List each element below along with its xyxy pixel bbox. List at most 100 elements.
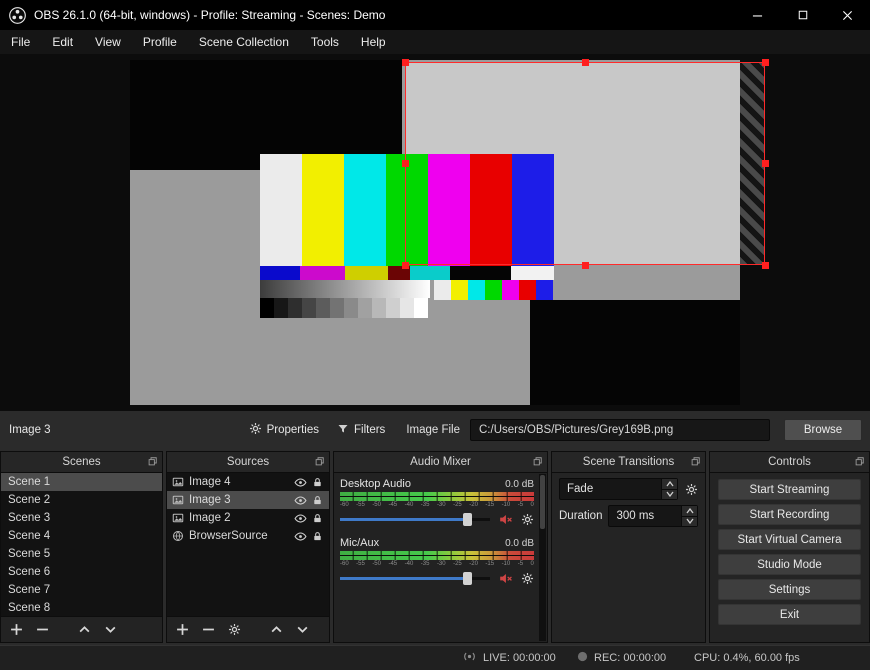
scene-item-scene-3[interactable]: Scene 3 xyxy=(1,509,162,527)
source-item-image-2[interactable]: Image 2 xyxy=(167,509,329,527)
duration-down-icon[interactable] xyxy=(682,515,697,526)
source-name: Image 3 xyxy=(189,494,231,506)
transition-settings-gear-icon[interactable] xyxy=(685,483,698,496)
status-bar: LIVE: 00:00:00 REC: 00:00:00 CPU: 0.4%, … xyxy=(0,645,870,670)
menu-scene-collection[interactable]: Scene Collection xyxy=(188,30,300,54)
mixer-scrollbar[interactable] xyxy=(539,474,546,641)
remove-scene-icon[interactable] xyxy=(32,620,52,640)
scenes-dock: Scenes Scene 1 Scene 2 Scene 3 Scene 4 Scene… xyxy=(0,451,163,643)
move-source-up-icon[interactable] xyxy=(266,620,286,640)
dock-float-icon[interactable] xyxy=(855,457,864,466)
controls-buttons: Start Streaming Start Recording Start Virt… xyxy=(710,473,869,642)
remove-source-icon[interactable] xyxy=(198,620,218,640)
source-item-image-3[interactable]: Image 3 xyxy=(167,491,329,509)
move-scene-up-icon[interactable] xyxy=(74,620,94,640)
menu-file[interactable]: File xyxy=(0,30,41,54)
meter-scale-label: -10 xyxy=(501,561,511,567)
selection-handle[interactable] xyxy=(582,59,589,66)
mute-speaker-icon[interactable] xyxy=(498,571,513,586)
minimize-button[interactable] xyxy=(735,0,780,30)
meter-scale-label: -10 xyxy=(501,502,511,508)
menu-tools[interactable]: Tools xyxy=(300,30,350,54)
image-file-path-field[interactable]: C:/Users/OBS/Pictures/Grey169B.png xyxy=(470,419,770,441)
start-virtual-camera-button[interactable]: Start Virtual Camera xyxy=(718,529,861,550)
scene-item-scene-1[interactable]: Scene 1 xyxy=(1,473,162,491)
volume-slider-handle[interactable] xyxy=(462,513,472,526)
menu-view[interactable]: View xyxy=(84,30,132,54)
mixer-channel-desktop-audio: Desktop Audio 0.0 dB -60 -55 -50 -45 -40 -35 -30… xyxy=(340,478,534,527)
gear-icon[interactable] xyxy=(521,572,534,585)
move-source-down-icon[interactable] xyxy=(292,620,312,640)
duration-up-icon[interactable] xyxy=(682,506,697,516)
mixer-scrollbar-thumb[interactable] xyxy=(540,475,545,529)
title-bar[interactable]: OBS 26.1.0 (64-bit, windows) - Profile: … xyxy=(0,0,870,30)
settings-button[interactable]: Settings xyxy=(718,579,861,600)
lock-icon[interactable] xyxy=(312,513,323,524)
properties-button[interactable]: Properties xyxy=(240,419,328,441)
duration-spinbox[interactable]: 300 ms xyxy=(608,505,698,527)
selection-border[interactable] xyxy=(405,62,765,265)
move-scene-down-icon[interactable] xyxy=(100,620,120,640)
dock-float-icon[interactable] xyxy=(533,457,542,466)
volume-slider[interactable] xyxy=(340,513,490,526)
browse-button[interactable]: Browse xyxy=(784,419,862,441)
close-button[interactable] xyxy=(825,0,870,30)
volume-slider-handle[interactable] xyxy=(462,572,472,585)
sources-dock-header[interactable]: Sources xyxy=(167,452,329,473)
menu-help[interactable]: Help xyxy=(350,30,397,54)
dock-float-icon[interactable] xyxy=(148,457,157,466)
scene-transitions-dock-header[interactable]: Scene Transitions xyxy=(552,452,705,473)
visibility-eye-icon[interactable] xyxy=(294,530,307,543)
filters-button[interactable]: Filters xyxy=(328,420,394,441)
source-item-browsersource[interactable]: BrowserSource xyxy=(167,527,329,545)
grayscale-step-ramp xyxy=(260,298,428,318)
audio-mixer-dock-header[interactable]: Audio Mixer xyxy=(334,452,547,473)
scene-item-scene-7[interactable]: Scene 7 xyxy=(1,581,162,599)
selection-handle[interactable] xyxy=(582,262,589,269)
maximize-button[interactable] xyxy=(780,0,825,30)
scene-item-scene-6[interactable]: Scene 6 xyxy=(1,563,162,581)
source-item-image-4[interactable]: Image 4 xyxy=(167,473,329,491)
add-source-icon[interactable] xyxy=(172,620,192,640)
start-streaming-button[interactable]: Start Streaming xyxy=(718,479,861,500)
selection-handle[interactable] xyxy=(762,160,769,167)
selection-handle[interactable] xyxy=(762,59,769,66)
filter-icon xyxy=(337,423,349,438)
scene-item-scene-8[interactable]: Scene 8 xyxy=(1,599,162,616)
visibility-eye-icon[interactable] xyxy=(294,476,307,489)
controls-dock-header[interactable]: Controls xyxy=(710,452,869,473)
combo-down-icon[interactable] xyxy=(662,488,677,499)
selection-handle[interactable] xyxy=(402,262,409,269)
lock-icon[interactable] xyxy=(312,477,323,488)
lock-icon[interactable] xyxy=(312,531,323,542)
dock-float-icon[interactable] xyxy=(691,457,700,466)
lock-icon[interactable] xyxy=(312,495,323,506)
preview-area[interactable] xyxy=(0,54,870,411)
selection-handle[interactable] xyxy=(402,59,409,66)
combo-up-icon[interactable] xyxy=(662,479,677,489)
scene-item-scene-5[interactable]: Scene 5 xyxy=(1,545,162,563)
add-scene-icon[interactable] xyxy=(6,620,26,640)
visibility-eye-icon[interactable] xyxy=(294,494,307,507)
volume-slider[interactable] xyxy=(340,572,490,585)
mixer-channel-mic-aux: Mic/Aux 0.0 dB -60 -55 -50 -45 -40 -35 -30 -25 -20… xyxy=(340,537,534,586)
dock-float-icon[interactable] xyxy=(315,457,324,466)
obs-logo-icon xyxy=(9,6,26,24)
start-recording-button[interactable]: Start Recording xyxy=(718,504,861,525)
gear-icon[interactable] xyxy=(521,513,534,526)
menu-edit[interactable]: Edit xyxy=(41,30,84,54)
scene-item-scene-4[interactable]: Scene 4 xyxy=(1,527,162,545)
transition-select[interactable]: Fade xyxy=(559,478,678,500)
scenes-dock-header[interactable]: Scenes xyxy=(1,452,162,473)
scene-item-scene-2[interactable]: Scene 2 xyxy=(1,491,162,509)
mute-speaker-icon[interactable] xyxy=(498,512,513,527)
menu-profile[interactable]: Profile xyxy=(132,30,188,54)
rec-status-text: REC: 00:00:00 xyxy=(594,652,667,664)
selection-handle[interactable] xyxy=(402,160,409,167)
selection-handle[interactable] xyxy=(762,262,769,269)
visibility-eye-icon[interactable] xyxy=(294,512,307,525)
source-properties-gear-icon[interactable] xyxy=(224,620,244,640)
source-name: Image 2 xyxy=(189,512,231,524)
studio-mode-button[interactable]: Studio Mode xyxy=(718,554,861,575)
exit-button[interactable]: Exit xyxy=(718,604,861,625)
